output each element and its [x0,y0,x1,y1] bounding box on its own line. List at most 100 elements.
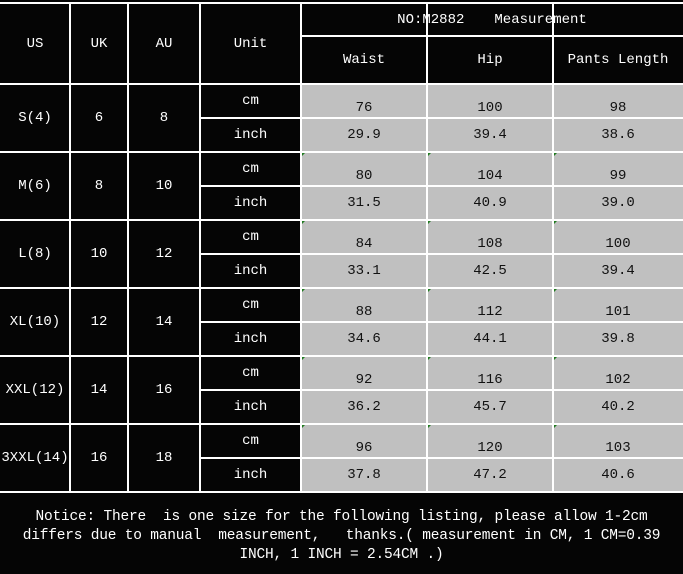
value-inch-text: 34.6 [347,331,381,347]
grid-line [300,35,683,37]
value-inch: 40.9 [427,186,553,220]
size-us: L(8) [0,220,70,288]
value-cm-text: 116 [477,372,503,388]
unit-inch-text: inch [233,263,268,279]
value-inch: 36.2 [301,390,427,424]
value-cm: 120 [427,424,553,458]
size-us-text: XL(10) [9,314,61,330]
size-us: XL(10) [0,288,70,356]
value-inch-text: 37.8 [347,467,381,483]
size-au-text: 14 [155,314,173,330]
value-inch: 31.5 [301,186,427,220]
value-inch-text: 40.2 [601,399,635,415]
size-au: 10 [128,152,200,220]
value-inch: 40.6 [553,458,683,492]
value-cm-text: 80 [355,168,373,184]
value-cm: 108 [427,220,553,254]
notice-line-1: Notice: There is one size for the follow… [35,509,648,525]
grid-line [0,83,683,85]
value-inch-text: 33.1 [347,263,381,279]
value-inch-text: 47.2 [473,467,507,483]
value-inch: 29.9 [301,118,427,152]
value-inch: 34.6 [301,322,427,356]
value-inch-text: 45.7 [473,399,507,415]
size-uk-text: 6 [94,110,104,126]
value-cm-text: 76 [355,100,373,116]
grid-line [552,2,554,492]
unit-inch-text: inch [233,331,268,347]
value-inch: 39.0 [553,186,683,220]
value-inch-text: 39.8 [601,331,635,347]
value-inch-text: 40.9 [473,195,507,211]
grid-line [426,2,428,492]
unit-inch: inch [200,254,301,288]
size-us: S(4) [0,84,70,152]
value-inch: 38.6 [553,118,683,152]
value-cm-text: 100 [477,100,503,116]
header-col-waist-text: Waist [342,52,385,68]
header-col-hip-text: Hip [477,52,503,68]
size-uk-text: 14 [90,382,108,398]
value-cm: 92 [301,356,427,390]
size-au: 18 [128,424,200,492]
value-cm: 103 [553,424,683,458]
unit-inch: inch [200,322,301,356]
value-cm-text: 99 [609,168,627,184]
unit-inch-text: inch [233,127,268,143]
grid-line [0,491,683,493]
value-inch: 47.2 [427,458,553,492]
unit-inch: inch [200,186,301,220]
grid-line [300,2,302,492]
value-cm-text: 98 [609,100,627,116]
size-us-text: 3XXL(14) [1,450,69,466]
size-au-text: 10 [155,178,173,194]
grid-line [0,423,683,425]
unit-inch-text: inch [233,467,268,483]
value-inch-text: 44.1 [473,331,507,347]
size-uk: 12 [70,288,128,356]
value-cm-text: 101 [605,304,631,320]
size-uk-text: 8 [94,178,104,194]
unit-inch-text: inch [233,399,268,415]
grid-line [200,253,683,255]
unit-cm: cm [200,152,301,186]
unit-cm-text: cm [242,229,259,245]
size-us: XXL(12) [0,356,70,424]
size-au: 14 [128,288,200,356]
value-cm-text: 120 [477,440,503,456]
size-au: 12 [128,220,200,288]
measurement-label: Measurement [494,12,587,28]
size-uk: 14 [70,356,128,424]
size-au: 16 [128,356,200,424]
notice-line-2: differs due to manual measurement, thank… [22,528,661,544]
grid-line [0,355,683,357]
grid-line [69,2,71,492]
value-inch-text: 29.9 [347,127,381,143]
value-cm-text: 104 [477,168,503,184]
value-cm: 96 [301,424,427,458]
header-unit: Unit [200,4,301,84]
value-inch-text: 31.5 [347,195,381,211]
grid-line [200,117,683,119]
header-us: US [0,4,70,84]
grid-line [127,2,129,492]
value-cm-text: 112 [477,304,503,320]
value-inch-text: 39.0 [601,195,635,211]
value-cm-text: 92 [355,372,373,388]
value-cm-text: 103 [605,440,631,456]
value-cm: 100 [553,220,683,254]
notice-line-3: INCH, 1 INCH = 2.54CM .) [239,547,444,563]
header-us-text: US [26,36,44,52]
value-cm: 76 [301,84,427,118]
value-cm: 100 [427,84,553,118]
header-au: AU [128,4,200,84]
header-title: NO:M2882 Measurement [301,4,683,36]
value-inch: 44.1 [427,322,553,356]
unit-inch-text: inch [233,195,268,211]
value-inch: 40.2 [553,390,683,424]
unit-cm-text: cm [242,161,259,177]
size-us-text: L(8) [18,246,52,262]
value-cm: 104 [427,152,553,186]
unit-cm-text: cm [242,297,259,313]
value-cm: 99 [553,152,683,186]
